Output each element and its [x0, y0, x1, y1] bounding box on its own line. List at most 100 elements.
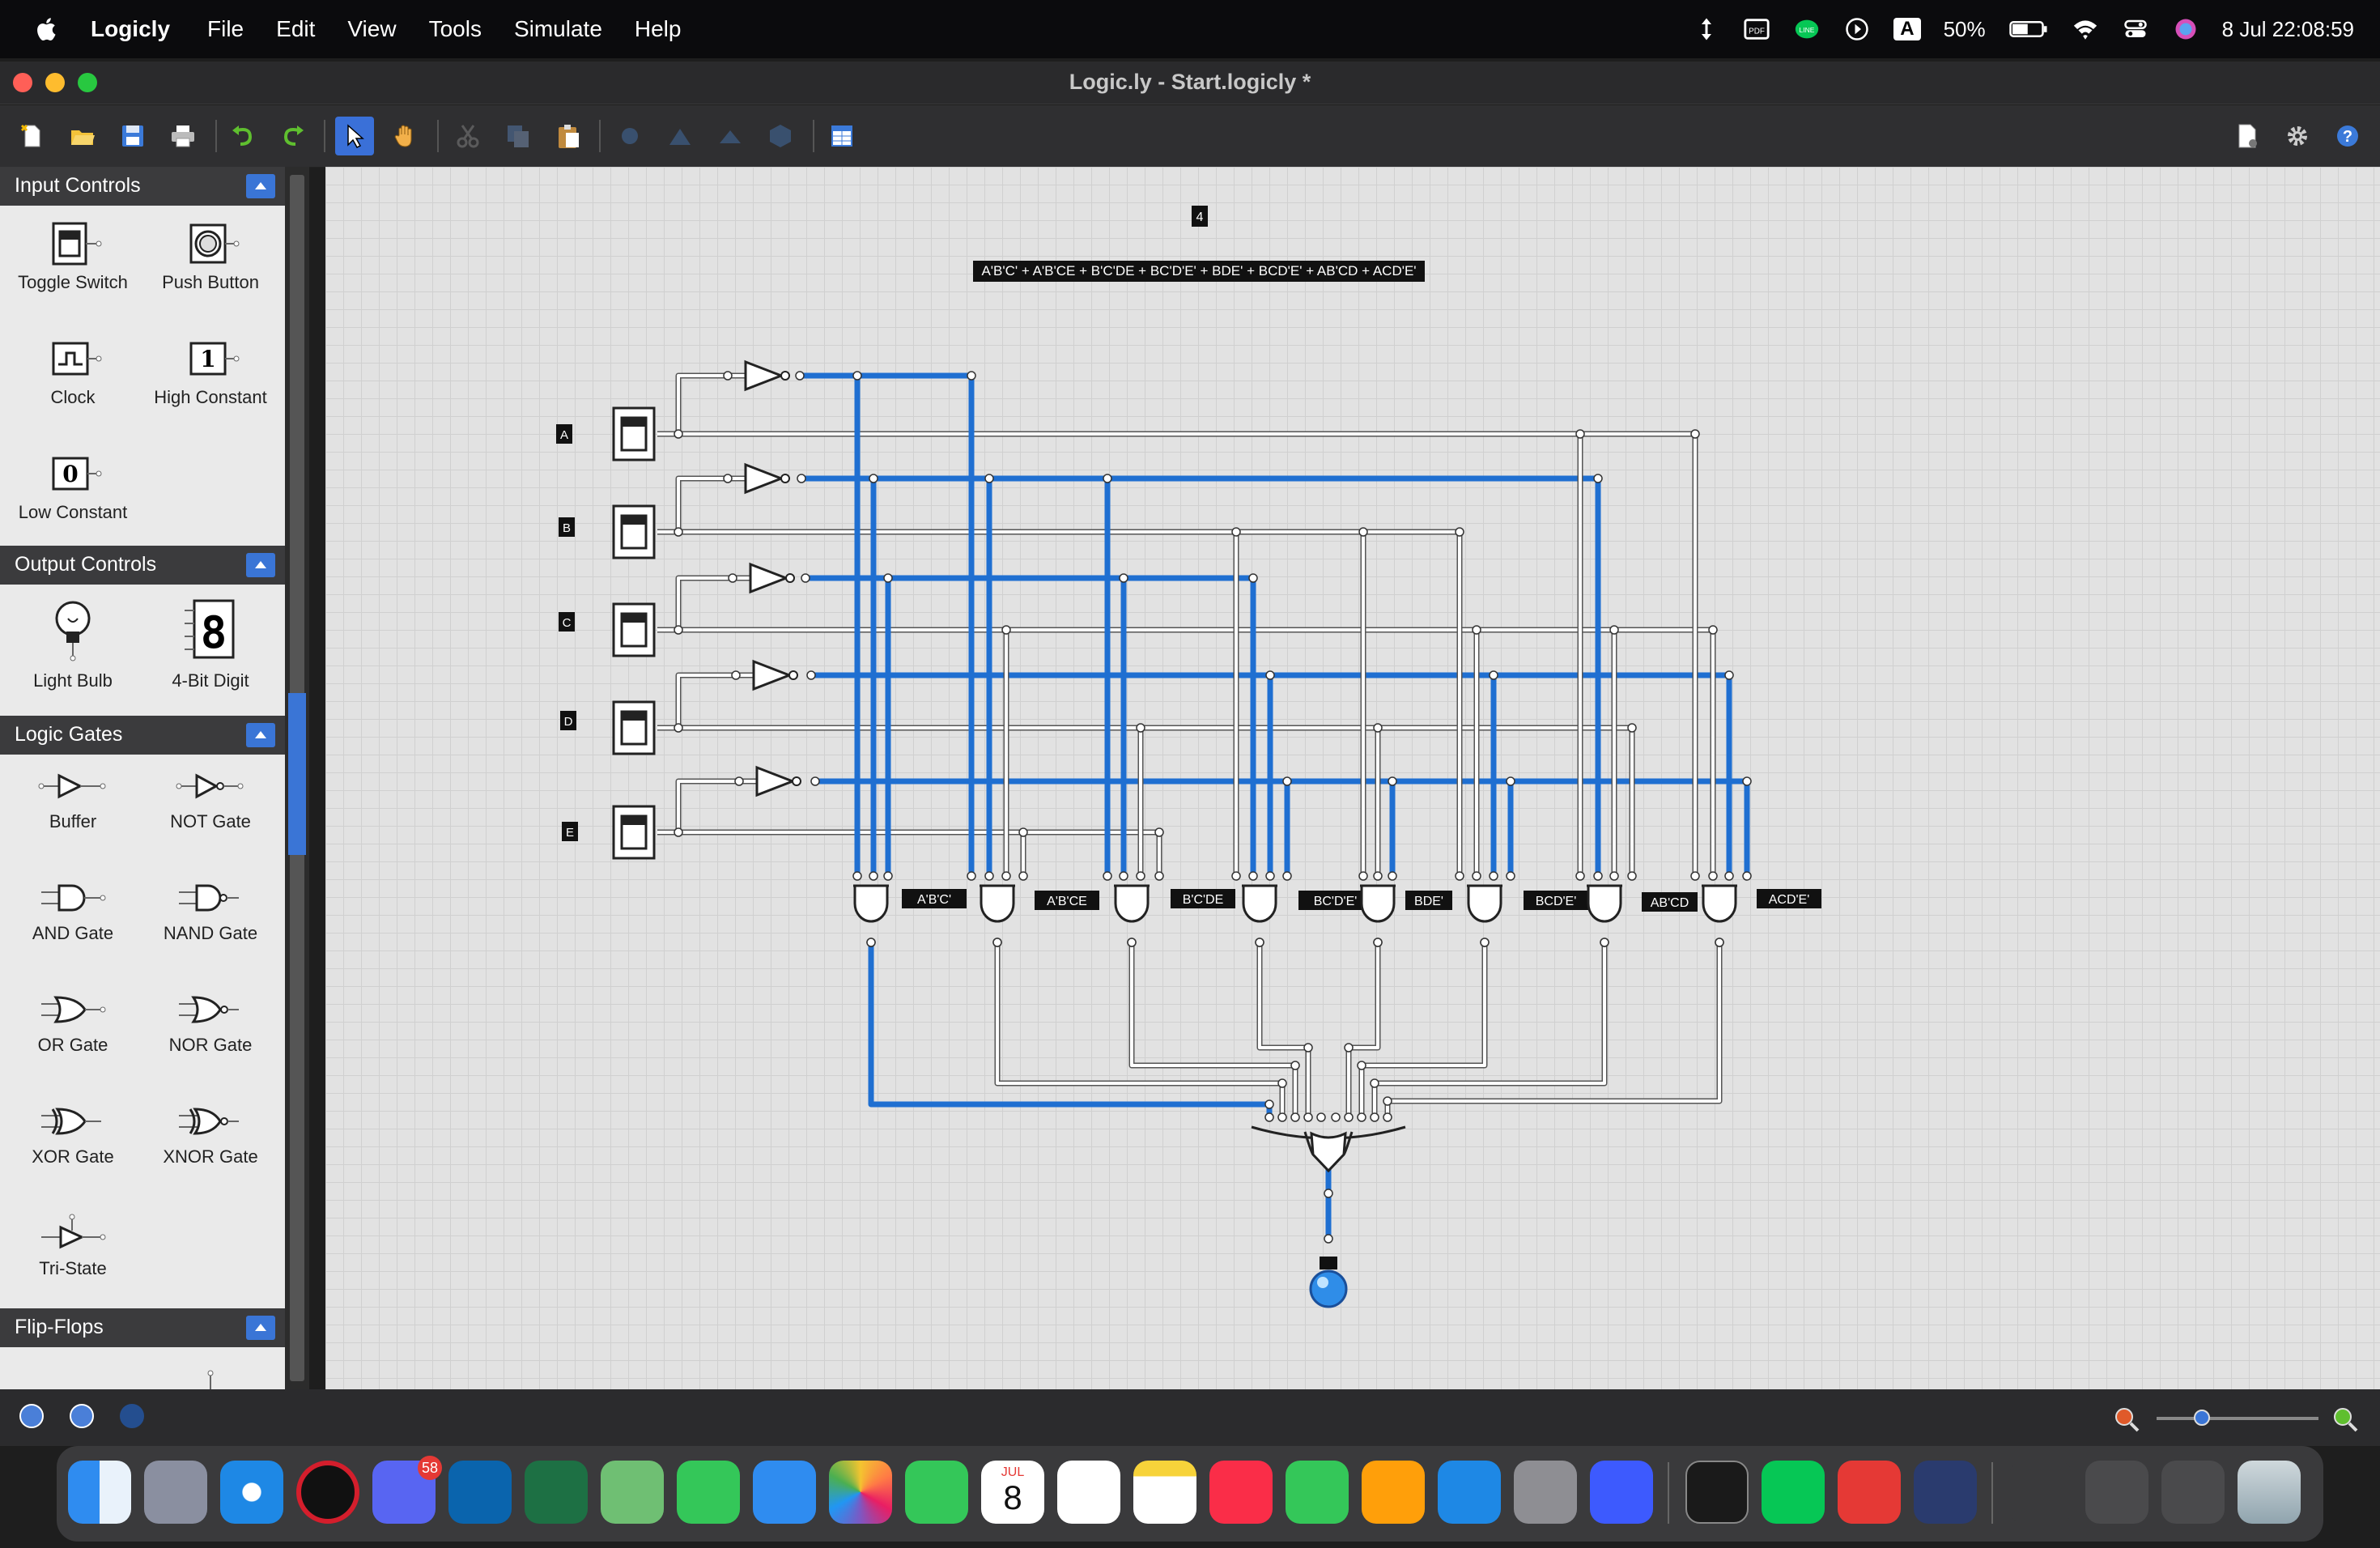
notes-icon[interactable]	[1133, 1461, 1196, 1524]
settings-button[interactable]	[2278, 117, 2317, 155]
palette-not-gate[interactable]: NOT Gate	[142, 766, 279, 832]
not-gate[interactable]	[755, 765, 797, 797]
connection-node[interactable]	[728, 573, 737, 583]
input-source[interactable]: A	[1893, 18, 1921, 40]
connection-node[interactable]	[1255, 938, 1264, 947]
connection-node[interactable]	[1119, 871, 1128, 881]
connection-node[interactable]	[1455, 871, 1464, 881]
connection-node[interactable]	[1127, 938, 1137, 947]
input-wire[interactable]	[657, 477, 728, 534]
not-gate[interactable]	[744, 359, 785, 392]
menu-view[interactable]: View	[347, 16, 396, 42]
connection-node[interactable]	[1383, 1096, 1392, 1106]
toggle-switch[interactable]	[612, 406, 656, 461]
music-icon[interactable]	[1209, 1461, 1273, 1524]
connection-node[interactable]	[1119, 573, 1128, 583]
connection-node[interactable]	[1708, 871, 1718, 881]
input-label[interactable]: D	[564, 715, 573, 729]
menu-tools[interactable]: Tools	[429, 16, 482, 42]
facetime-icon[interactable]	[905, 1461, 968, 1524]
messages-icon[interactable]	[677, 1461, 740, 1524]
new-file-button[interactable]	[13, 117, 52, 155]
connection-node[interactable]	[1303, 1112, 1313, 1122]
connection-node[interactable]	[1282, 776, 1292, 786]
numbers-icon[interactable]	[1286, 1461, 1349, 1524]
palette-buffer[interactable]: Buffer	[4, 766, 142, 832]
connection-node[interactable]	[967, 871, 976, 881]
gate-output-wire[interactable]	[1373, 942, 1606, 1117]
open-button[interactable]	[63, 117, 102, 155]
connection-node[interactable]	[1103, 871, 1112, 881]
input-wire[interactable]	[657, 780, 739, 834]
connection-node[interactable]	[1373, 871, 1383, 881]
and-gate[interactable]	[1242, 884, 1277, 923]
connection-node[interactable]	[1489, 670, 1498, 680]
connection-node[interactable]	[1136, 871, 1145, 881]
connection-node[interactable]	[1373, 723, 1383, 733]
connection-node[interactable]	[674, 429, 683, 439]
category-input-controls[interactable]: Input Controls	[0, 167, 285, 206]
menu-simulate[interactable]: Simulate	[514, 16, 602, 42]
connection-node[interactable]	[967, 371, 976, 381]
term-label[interactable]: A'B'C'	[917, 893, 951, 907]
palette-high-constant[interactable]: 1 High Constant	[142, 335, 279, 408]
expression-label[interactable]: A'B'C' + A'B'CE + B'C'DE + BC'D'E' + BDE…	[981, 263, 1416, 279]
reminders-icon[interactable]	[1057, 1461, 1120, 1524]
connection-node[interactable]	[1472, 625, 1481, 635]
connection-node[interactable]	[1388, 776, 1397, 786]
connection-node[interactable]	[852, 371, 862, 381]
connection-node[interactable]	[1231, 871, 1241, 881]
connection-node[interactable]	[674, 527, 683, 537]
zoom-in-icon[interactable]	[2331, 1406, 2359, 1433]
connection-node[interactable]	[1742, 776, 1752, 786]
zoom-slider-knob[interactable]	[2194, 1410, 2210, 1426]
gate-output-wire[interactable]	[868, 942, 1273, 1117]
palette-xnor-gate[interactable]: XNOR Gate	[142, 1101, 279, 1167]
maps-icon[interactable]	[601, 1461, 664, 1524]
connection-node[interactable]	[1388, 871, 1397, 881]
app-menu[interactable]: Logicly	[91, 16, 170, 42]
connection-node[interactable]	[1489, 871, 1498, 881]
palette-scrollbar[interactable]	[285, 167, 309, 1389]
connection-node[interactable]	[1383, 1112, 1392, 1122]
connection-node[interactable]	[866, 938, 876, 947]
pdf-icon[interactable]: PDF	[1743, 17, 1770, 41]
connection-node[interactable]	[734, 776, 744, 786]
gate-output-wire[interactable]	[1386, 942, 1721, 1117]
input-label[interactable]: B	[563, 521, 571, 535]
counter-label[interactable]: 4	[1196, 211, 1204, 224]
toggle-switch[interactable]	[612, 602, 656, 657]
connection-node[interactable]	[1248, 871, 1258, 881]
connection-node[interactable]	[1575, 429, 1585, 439]
reset-simulation-button[interactable]	[19, 1404, 44, 1428]
palette-tri-state[interactable]: Tri-State	[4, 1213, 142, 1279]
connection-node[interactable]	[1154, 871, 1164, 881]
palette-clock[interactable]: Clock	[4, 335, 142, 408]
rotate-button[interactable]	[610, 117, 649, 155]
connection-node[interactable]	[1154, 827, 1164, 837]
connection-node[interactable]	[1265, 871, 1275, 881]
connection-node[interactable]	[1358, 527, 1368, 537]
help-button[interactable]: ?	[2328, 117, 2367, 155]
connection-node[interactable]	[806, 670, 816, 680]
connection-node[interactable]	[1370, 1112, 1379, 1122]
connection-node[interactable]	[1575, 871, 1585, 881]
select-tool-button[interactable]	[335, 117, 374, 155]
pan-tool-button[interactable]	[385, 117, 424, 155]
gate-output-wire[interactable]	[996, 942, 1284, 1117]
connection-node[interactable]	[1370, 1078, 1379, 1088]
sidebar-resize-handle[interactable]	[288, 693, 306, 855]
copy-button[interactable]	[499, 117, 538, 155]
roblox-icon[interactable]	[1590, 1461, 1653, 1524]
vscode-icon[interactable]	[448, 1461, 512, 1524]
connection-node[interactable]	[869, 871, 878, 881]
connection-node[interactable]	[674, 723, 683, 733]
term-label[interactable]: AB'CD	[1651, 896, 1689, 910]
input-wire[interactable]	[657, 374, 728, 436]
term-label[interactable]: ACD'E'	[1769, 893, 1810, 907]
connection-node[interactable]	[1231, 527, 1241, 537]
connection-node[interactable]	[1001, 625, 1011, 635]
apple-icon[interactable]	[32, 15, 62, 44]
activity-monitor-icon[interactable]	[1685, 1461, 1749, 1524]
palette-low-constant[interactable]: 0 Low Constant	[4, 450, 142, 523]
